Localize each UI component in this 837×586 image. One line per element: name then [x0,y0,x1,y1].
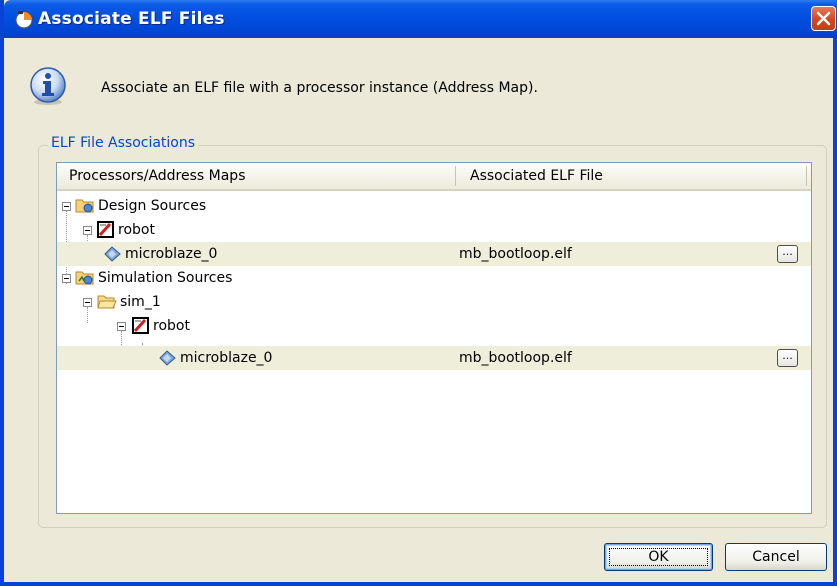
collapse-icon[interactable] [83,298,92,307]
processor-icon [159,350,176,366]
tree-node-label: robot [118,222,155,238]
app-icon [15,11,33,29]
cancel-button[interactable]: Cancel [725,543,827,571]
dialog-window: Associate ELF Files Associate an ELF fil… [0,0,837,586]
column-separator[interactable] [806,166,807,186]
ok-button[interactable]: OK [604,543,713,571]
collapse-icon[interactable] [62,202,71,211]
design-sources-folder-icon [75,199,94,213]
tree-node-label: microblaze_0 [180,350,273,366]
tree-row[interactable]: microblaze_0 mb_bootloop.elf ... [57,242,811,266]
tree-row[interactable]: sim_1 [57,290,811,314]
column-header-processors[interactable]: Processors/Address Maps [69,163,245,189]
collapse-icon[interactable] [83,226,92,235]
window-title: Associate ELF Files [38,9,225,29]
info-message: Associate an ELF file with a processor i… [101,80,538,96]
tree-node-label: sim_1 [120,294,161,310]
table-header: Processors/Address Maps Associated ELF F… [57,163,811,191]
simulation-sources-folder-icon [75,271,94,285]
column-separator[interactable] [455,166,456,186]
collapse-icon[interactable] [117,322,126,331]
tree-row[interactable]: robot [57,218,811,242]
tree-node-label: Design Sources [98,198,207,214]
close-icon [816,11,831,26]
tree-row[interactable]: robot [57,314,811,338]
info-icon [30,67,66,105]
close-button[interactable] [811,6,836,31]
collapse-icon[interactable] [62,274,71,283]
elf-file-value[interactable]: mb_bootloop.elf [459,346,572,370]
column-header-elf-file[interactable]: Associated ELF File [470,163,603,189]
elf-file-value[interactable]: mb_bootloop.elf [459,242,572,266]
tree-node-label: robot [153,318,190,334]
block-design-icon [97,221,114,238]
block-design-icon [132,317,149,334]
group-label: ELF File Associations [48,135,199,151]
browse-button[interactable]: ... [777,349,798,367]
tree-row[interactable]: microblaze_0 mb_bootloop.elf ... [57,346,811,370]
focus-ring [609,548,708,566]
tree-node-label: Simulation Sources [98,270,233,286]
browse-button[interactable]: ... [777,245,798,263]
processor-icon [104,246,121,262]
tree-row[interactable]: Simulation Sources [57,266,811,290]
tree-node-label: microblaze_0 [125,246,218,262]
cancel-button-label: Cancel [752,549,800,565]
folder-icon [97,295,117,309]
tree-row[interactable]: Design Sources [57,194,811,218]
associations-table: Processors/Address Maps Associated ELF F… [56,162,812,514]
title-bar[interactable]: Associate ELF Files [4,0,837,38]
